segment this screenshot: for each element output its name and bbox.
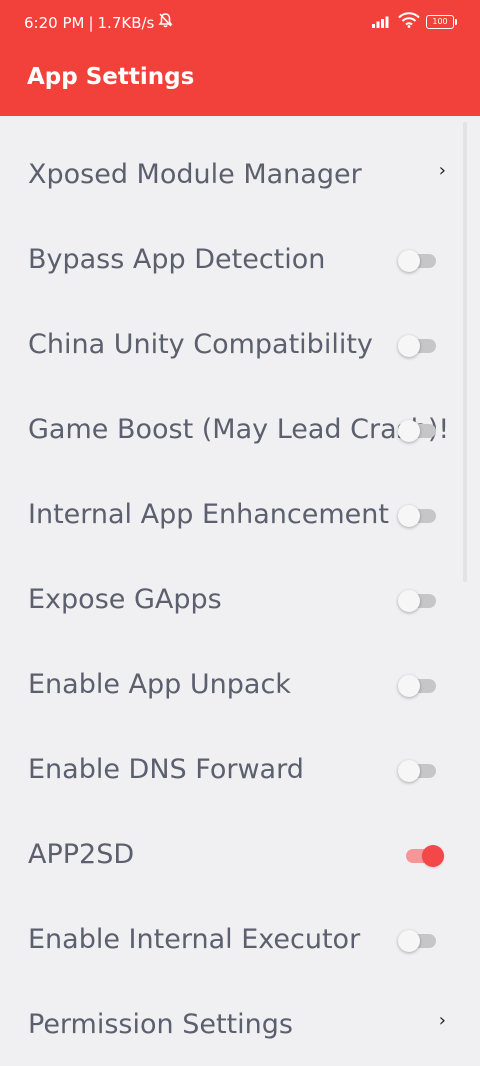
chevron-right-icon: › [438,1010,446,1031]
status-time: 6:20 PM [24,13,85,32]
expose-gapps-toggle[interactable] [398,587,446,615]
setting-enable-dns-forward: Enable DNS Forward [0,722,480,807]
status-separator: | [88,13,94,32]
toggle-thumb [398,250,420,272]
setting-label: China Unity Compatibility [28,329,373,360]
setting-china-unity-compatibility: China Unity Compatibility [0,297,480,382]
enable-dns-forward-toggle[interactable] [398,757,446,785]
setting-label: Permission Settings [28,1009,293,1040]
setting-label: Enable App Unpack [28,669,291,700]
setting-label: Xposed Module Manager [28,159,362,190]
setting-game-boost: Game Boost (May Lead Crash)! [0,382,480,467]
setting-label: Enable Internal Executor [28,924,361,955]
network-speed: 1.7KB/s [97,13,155,32]
settings-list[interactable]: Xposed Module Manager › Bypass App Detec… [0,116,480,1066]
scrollbar[interactable] [463,122,467,582]
setting-xposed-module-manager[interactable]: Xposed Module Manager › [0,127,480,212]
toggle-thumb [398,760,420,782]
page-title: App Settings [27,64,195,90]
status-left: 6:20 PM | 1.7KB/s [24,12,173,33]
battery-icon: 100 [426,15,457,29]
status-bar: 6:20 PM | 1.7KB/s 100 [0,0,480,46]
setting-label: Game Boost (May Lead Crash)! [28,414,450,445]
chevron-right-icon: › [438,160,446,181]
toggle-thumb [398,930,420,952]
setting-permission-settings[interactable]: Permission Settings › [0,977,480,1062]
setting-label: Internal App Enhancement [28,499,389,530]
toggle-thumb [398,675,420,697]
toggle-thumb [398,505,420,527]
setting-expose-gapps: Expose GApps [0,552,480,637]
toggle-thumb [398,590,420,612]
setting-label: APP2SD [28,839,135,870]
signal-icon [372,13,392,32]
setting-label: Bypass App Detection [28,244,326,275]
setting-label: Expose GApps [28,584,222,615]
toggle-thumb [422,845,444,867]
game-boost-toggle[interactable] [398,417,446,445]
setting-enable-internal-executor: Enable Internal Executor [0,892,480,977]
toggle-thumb [398,335,420,357]
setting-enable-app-unpack: Enable App Unpack [0,637,480,722]
wifi-icon [398,12,420,32]
setting-app2sd: APP2SD [0,807,480,892]
setting-bypass-app-detection: Bypass App Detection [0,212,480,297]
setting-internal-app-enhancement: Internal App Enhancement [0,467,480,552]
app2sd-toggle[interactable] [398,842,446,870]
bell-off-icon [158,12,173,33]
bypass-app-detection-toggle[interactable] [398,247,446,275]
status-right: 100 [372,12,457,32]
toggle-thumb [398,420,420,442]
enable-internal-executor-toggle[interactable] [398,927,446,955]
internal-app-enhancement-toggle[interactable] [398,502,446,530]
setting-label: Enable DNS Forward [28,754,304,785]
china-unity-compatibility-toggle[interactable] [398,332,446,360]
enable-app-unpack-toggle[interactable] [398,672,446,700]
app-bar: App Settings [0,46,480,116]
